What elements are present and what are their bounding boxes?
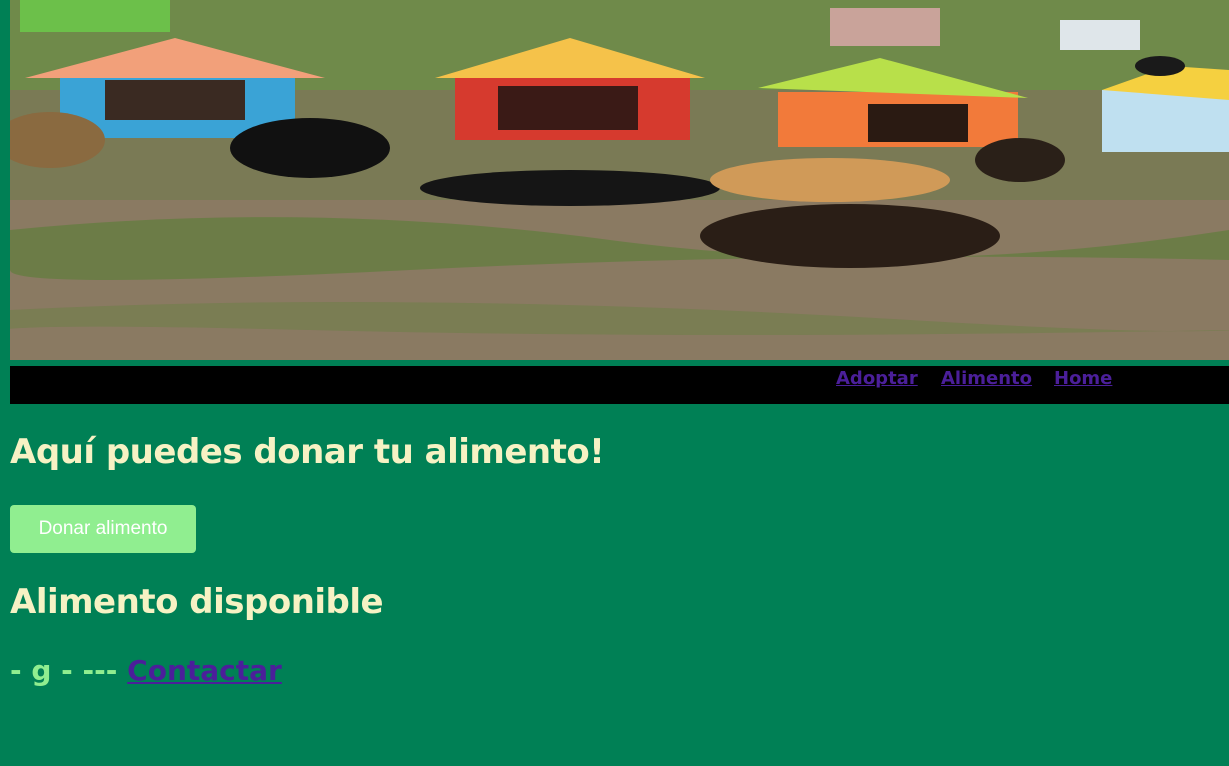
hero-image — [10, 0, 1229, 360]
available-food-heading: Alimento disponible — [10, 582, 384, 622]
food-item-text: - g - --- — [10, 654, 118, 687]
nav-adoptar-link[interactable]: Adoptar — [836, 366, 918, 391]
nav-home-link[interactable]: Home — [1054, 366, 1112, 391]
nav-alimento-link[interactable]: Alimento — [941, 366, 1032, 391]
page-title: Aquí puedes donar tu alimento! — [10, 432, 605, 472]
donate-food-button[interactable]: Donar alimento — [10, 505, 196, 553]
dog-shelter-photo-icon — [10, 0, 1229, 360]
food-list-item: - g - --- Contactar — [10, 654, 282, 687]
contact-link[interactable]: Contactar — [127, 654, 282, 687]
top-navbar: Adoptar Alimento Home — [10, 366, 1229, 404]
